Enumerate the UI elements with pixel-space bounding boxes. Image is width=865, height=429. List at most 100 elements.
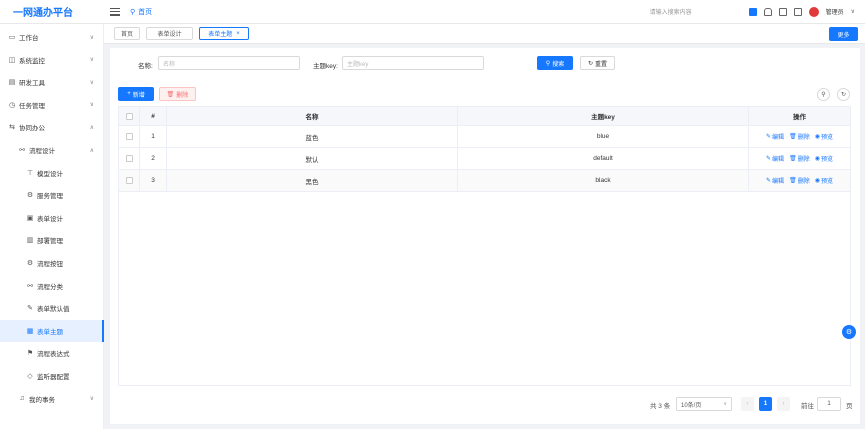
table-row: 1 蓝色 blue ✎ 编辑 🗑 删除 ◉ 预览 <box>119 126 850 148</box>
menu-icon: ⚙ <box>26 192 34 200</box>
close-icon[interactable]: × <box>236 31 240 37</box>
sidebar-item[interactable]: ⚙ 服务管理 <box>0 184 104 206</box>
row-actions: ✎ 编辑 🗑 删除 ◉ 预览 <box>749 126 850 147</box>
sidebar-item[interactable]: ▤ 研发工具 ∨ <box>0 71 104 93</box>
theme-icon[interactable] <box>748 7 757 16</box>
app-logo-title[interactable]: 一网通办平台 <box>0 4 104 19</box>
delete-row-button[interactable]: 🗑 删除 <box>789 154 810 163</box>
chevron-icon: ∨ <box>89 57 94 64</box>
menu-icon: ▤ <box>8 79 16 87</box>
preview-button[interactable]: ◉ 预览 <box>815 154 833 163</box>
goto-label: 前往 <box>801 403 814 410</box>
sidebar-item-label: 我的事务 <box>29 396 55 404</box>
search-button[interactable]: ⚲ 搜索 <box>537 56 573 70</box>
delete-button[interactable]: 🗑 删除 <box>159 87 196 101</box>
sidebar-item-label: 工作台 <box>19 35 39 42</box>
toggle-search-button[interactable]: ⚲ <box>817 88 830 101</box>
chevron-down-icon[interactable]: ∨ <box>851 8 855 15</box>
lock-icon[interactable] <box>793 7 802 16</box>
theme-table: # 名称 主题key 操作 1 蓝色 blue ✎ 编辑 🗑 删除 ◉ 预览 2 默认 default… <box>118 106 851 386</box>
fullscreen-icon[interactable] <box>778 7 787 16</box>
menu-icon: ▭ <box>8 34 16 41</box>
theme-key-input[interactable]: 主题key <box>342 56 484 70</box>
sidebar-item[interactable]: ⚑ 流程表达式 <box>0 342 104 364</box>
sidebar-item[interactable]: ♫ 我的事务 ∨ <box>0 388 104 410</box>
pagination: 共 3 条 10条/页 ∨ ‹ 1 › 前往 1 页 <box>110 397 860 411</box>
row-checkbox-cell <box>119 170 140 191</box>
menu-icon: ⊤ <box>26 169 34 177</box>
tab-label: 表单主题 <box>208 32 233 38</box>
row-checkbox[interactable] <box>125 177 133 184</box>
sidebar-item[interactable]: ⚯ 流程分类 <box>0 275 104 297</box>
page-1-button[interactable]: 1 <box>759 397 772 411</box>
delete-row-button[interactable]: 🗑 删除 <box>789 132 810 141</box>
refresh-icon: ↻ <box>587 60 593 67</box>
chevron-icon: ∧ <box>89 147 94 154</box>
sidebar-item[interactable]: ⇆ 协同办公 ∧ <box>0 116 104 138</box>
sidebar-item[interactable]: ⚯ 流程设计 ∧ <box>0 139 104 161</box>
menu-icon: ▣ <box>26 214 34 222</box>
preview-button[interactable]: ◉ 预览 <box>815 176 833 185</box>
plus-icon: + <box>127 91 131 97</box>
trash-icon: 🗑 <box>789 178 797 184</box>
header-search-input[interactable]: 请输入搜索内容 <box>650 7 692 16</box>
sidebar-item[interactable]: ⊤ 模型设计 <box>0 162 104 184</box>
sidebar-item[interactable]: ◇ 监听器配置 <box>0 365 104 387</box>
sidebar-item[interactable]: ◷ 任务管理 ∨ <box>0 94 104 116</box>
tab-form-design[interactable]: 表单设计 <box>146 27 193 40</box>
reset-button[interactable]: ↻ 重置 <box>580 56 615 70</box>
edit-icon: ✎ <box>766 134 772 140</box>
add-button[interactable]: + 新增 <box>118 87 154 101</box>
delete-button-label: 删除 <box>176 92 189 99</box>
edit-icon: ✎ <box>766 178 772 184</box>
page-size-select[interactable]: 10条/页 ∨ <box>676 397 732 411</box>
home-breadcrumb[interactable]: ⚲ 首页 <box>130 7 152 17</box>
goto-page-input[interactable]: 1 <box>817 397 841 411</box>
avatar[interactable] <box>808 6 819 17</box>
menu-icon: ▦ <box>26 327 34 335</box>
row-name: 黑色 <box>167 170 458 191</box>
row-index: 3 <box>140 170 167 191</box>
settings-float-button[interactable]: ⚙ <box>842 325 856 339</box>
row-key: default <box>458 148 749 169</box>
tab-home[interactable]: 首页 <box>114 27 140 40</box>
tabs-bar: 首页 表单设计 表单主题 × 更多 <box>104 24 865 44</box>
row-index: 2 <box>140 148 167 169</box>
eye-icon: ◉ <box>814 178 820 184</box>
tab-form-theme[interactable]: 表单主题 × <box>199 27 249 40</box>
edit-button[interactable]: ✎ 编辑 <box>766 132 784 141</box>
chevron-icon: ∨ <box>89 396 94 403</box>
row-key: blue <box>458 126 749 147</box>
menu-icon: ⚯ <box>19 147 25 154</box>
search-icon: ⚲ <box>545 60 551 67</box>
menu-toggle-icon[interactable] <box>110 7 120 16</box>
row-checkbox-cell <box>119 126 140 147</box>
sidebar-item[interactable]: ◫ 系统监控 ∨ <box>0 49 104 71</box>
menu-icon: ◫ <box>8 56 16 64</box>
shirt-icon[interactable] <box>763 7 772 16</box>
menu-icon: ♫ <box>19 395 25 403</box>
sidebar-item[interactable]: ▥ 部署管理 <box>0 229 104 251</box>
row-checkbox[interactable] <box>125 133 133 140</box>
name-input[interactable]: 名称 <box>158 56 300 70</box>
sidebar-item[interactable]: ▦ 表单主题 <box>0 319 104 342</box>
user-name[interactable]: 管理员 <box>826 7 844 16</box>
row-actions: ✎ 编辑 🗑 删除 ◉ 预览 <box>749 170 850 191</box>
row-checkbox[interactable] <box>125 155 133 162</box>
header-index: # <box>140 107 167 125</box>
delete-row-button[interactable]: 🗑 删除 <box>789 176 810 185</box>
sidebar-item[interactable]: ⚙ 流程按钮 <box>0 252 104 274</box>
prev-page-button[interactable]: ‹ <box>741 397 754 411</box>
refresh-button[interactable]: ↻ <box>837 88 850 101</box>
next-page-button[interactable]: › <box>777 397 790 411</box>
select-all-checkbox[interactable] <box>125 112 133 120</box>
header-name: 名称 <box>167 107 458 125</box>
preview-button[interactable]: ◉ 预览 <box>815 132 833 141</box>
sidebar-item[interactable]: ✎ 表单默认值 <box>0 297 104 319</box>
sidebar-item[interactable]: ▭ 工作台 ∨ <box>0 26 104 48</box>
sidebar-item[interactable]: ▣ 表单设计 <box>0 207 104 229</box>
menu-icon: ▥ <box>26 237 34 245</box>
edit-button[interactable]: ✎ 编辑 <box>766 154 784 163</box>
more-button[interactable]: 更多 <box>829 27 858 41</box>
edit-button[interactable]: ✎ 编辑 <box>766 176 784 185</box>
